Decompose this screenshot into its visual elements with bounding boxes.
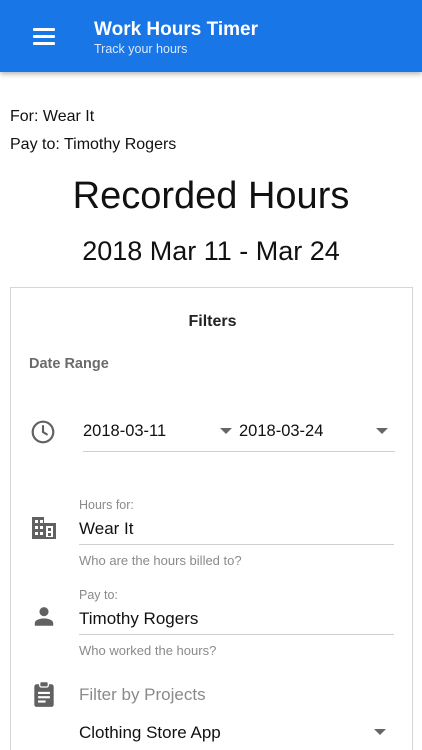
project-select-value: Clothing Store App (79, 723, 221, 742)
start-date-select[interactable]: 2018-03-11 (83, 414, 233, 450)
building-icon (32, 517, 56, 539)
filters-card: Filters Date Range 2018-03-11 2018-03-24… (10, 287, 413, 750)
end-date-select[interactable]: 2018-03-24 (239, 414, 395, 450)
pay-to-line: Pay to: Timothy Rogers (10, 136, 177, 153)
start-date-value: 2018-03-11 (83, 422, 167, 440)
filters-title: Filters (188, 313, 237, 330)
projects-filter-label: Filter by Projects (79, 685, 206, 704)
clipboard-icon (34, 680, 54, 707)
date-range-fields: 2018-03-11 2018-03-24 (83, 414, 395, 452)
hours-for-label: Hours for: (79, 498, 134, 512)
chevron-down-icon (376, 428, 388, 434)
date-range-label: Date Range (29, 356, 109, 372)
project-select[interactable]: Clothing Store App (79, 714, 394, 750)
app-title: Work Hours Timer (94, 19, 259, 40)
hours-for-helper: Who are the hours billed to? (79, 553, 242, 568)
app-bar: Work Hours Timer Track your hours (0, 0, 422, 72)
page-title: Recorded Hours (72, 175, 350, 217)
clock-icon (31, 420, 55, 444)
pay-to-label: Pay to: (79, 588, 118, 602)
chevron-down-icon (220, 428, 232, 434)
pay-to-helper: Who worked the hours? (79, 643, 217, 658)
client-for-line: For: Wear It (10, 108, 95, 125)
pay-to-input[interactable]: Timothy Rogers (79, 606, 394, 635)
hours-for-input[interactable]: Wear It (79, 516, 394, 545)
end-date-value: 2018-03-24 (239, 422, 324, 440)
chevron-down-icon (374, 729, 386, 735)
period-range: 2018 Mar 11 - Mar 24 (82, 236, 340, 266)
menu-icon[interactable] (30, 24, 60, 50)
person-icon (34, 607, 54, 626)
app-subtitle: Track your hours (94, 42, 188, 56)
